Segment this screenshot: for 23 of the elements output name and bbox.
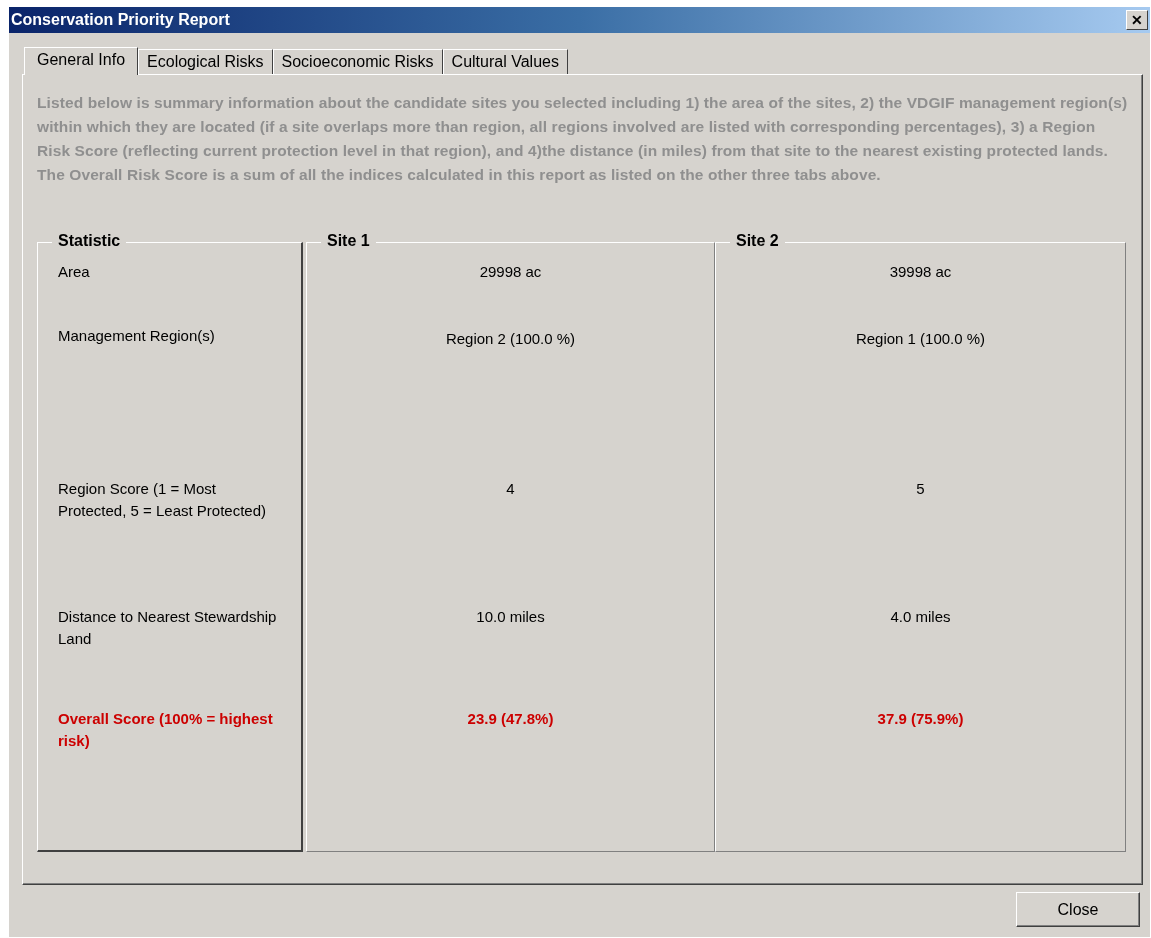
close-button[interactable]: ✕ bbox=[1126, 10, 1148, 30]
tab[interactable]: Ecological Risks bbox=[138, 49, 273, 74]
close-button[interactable]: Close bbox=[1016, 892, 1140, 927]
tab[interactable]: Cultural Values bbox=[442, 49, 568, 74]
tab[interactable]: Socioeconomic Risks bbox=[272, 49, 443, 74]
site-value: 37.9 (75.9%) bbox=[877, 710, 964, 727]
description-text: Listed below is summary information about the candidate sites you selected including 1) the area of the sites, 2) the VDGIF management region(s) within which they are located (if a site overlaps more than region, all regions involved are listed with corresponding percentages), 3) a Region Risk Score (reflecting current protection level in that region), and 4)the distance (in miles) from that site to the nearest existing protected lands. The Overall Risk Score is a sum of all the indices calculated in this report as listed on the other three tabs above. bbox=[37, 93, 1128, 185]
statistic-label: Overall Score (100% = highest risk) bbox=[58, 710, 273, 749]
statistic-label: Distance to Nearest Stewardship Land bbox=[58, 608, 277, 647]
site-value: Region 1 (100.0 %) bbox=[855, 330, 986, 347]
site-value: 4 bbox=[506, 480, 515, 497]
site-value: 29998 ac bbox=[479, 263, 542, 280]
site-value: 4.0 miles bbox=[890, 608, 951, 625]
statistic-label: Area bbox=[58, 263, 90, 280]
site-value: Region 2 (100.0 %) bbox=[445, 330, 576, 347]
statistic-label: Management Region(s) bbox=[58, 327, 215, 344]
site-value: 39998 ac bbox=[889, 263, 952, 280]
tab[interactable]: General Info bbox=[24, 47, 139, 75]
site-value: 10.0 miles bbox=[476, 608, 545, 625]
site-value: 23.9 (47.8%) bbox=[467, 710, 554, 727]
statistic-label: Region Score (1 = Most Protected, 5 = Least Protected) bbox=[58, 480, 267, 519]
window-title: Conservation Priority Report bbox=[11, 11, 230, 29]
site-value: 5 bbox=[916, 480, 925, 497]
